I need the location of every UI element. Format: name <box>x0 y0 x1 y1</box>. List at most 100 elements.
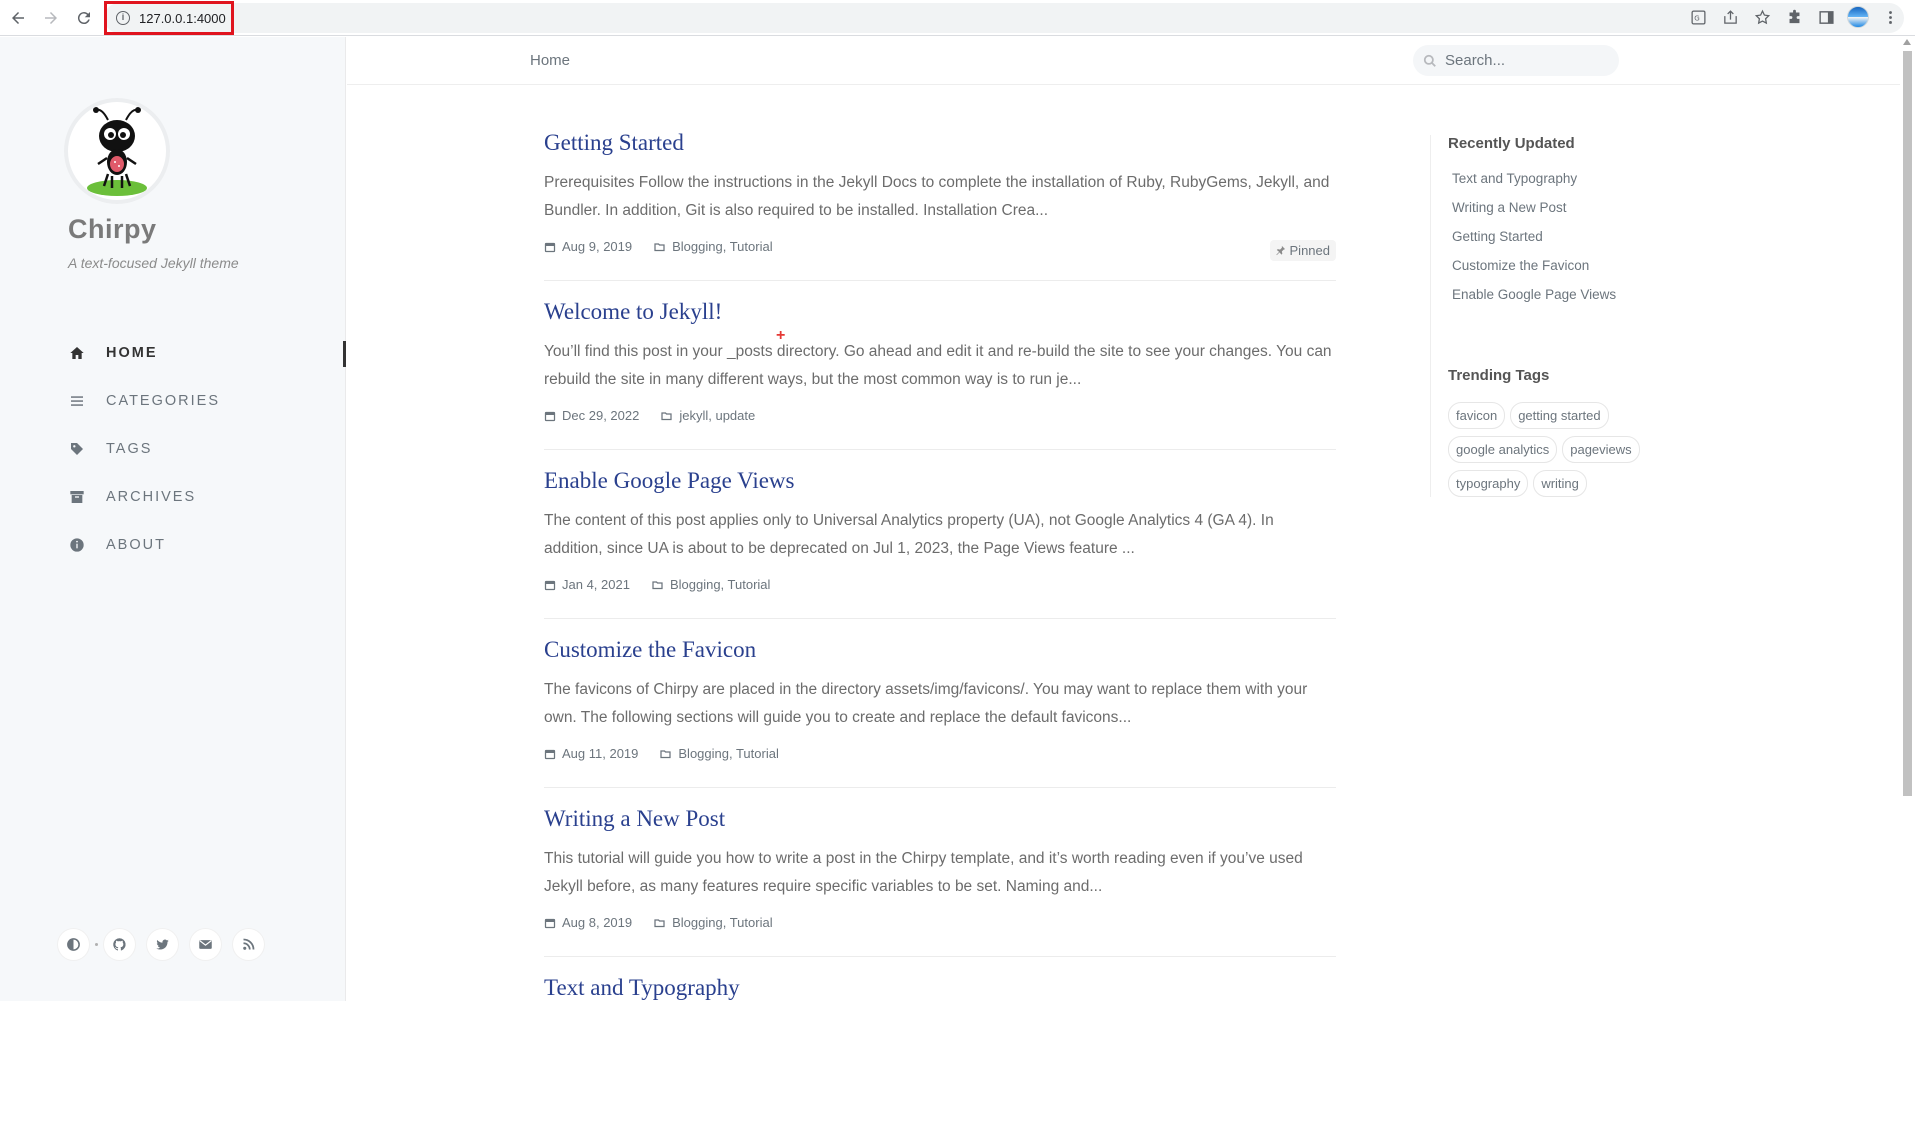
post-card[interactable]: Writing a New Post This tutorial will gu… <box>544 788 1336 957</box>
reload-icon <box>77 11 90 24</box>
share-icon[interactable] <box>1719 6 1741 28</box>
post-title[interactable]: Customize the Favicon <box>544 637 756 663</box>
site-avatar[interactable] <box>68 102 166 200</box>
post-card[interactable]: Getting Started Prerequisites Follow the… <box>544 112 1336 281</box>
recent-link[interactable]: Getting Started <box>1448 222 1670 251</box>
sidebar-item-label: HOME <box>106 345 158 361</box>
post-categories[interactable]: Blogging, Tutorial <box>670 577 770 592</box>
scroll-up-arrow-icon[interactable] <box>1903 39 1911 45</box>
pinned-badge: Pinned <box>1269 240 1336 261</box>
tag-cloud: favicon getting started google analytics… <box>1448 402 1658 497</box>
post-card[interactable]: Welcome to Jekyll! You’ll find this post… <box>544 281 1336 450</box>
topbar: Home <box>347 37 1900 85</box>
github-icon <box>113 938 126 951</box>
tag-chip[interactable]: favicon <box>1448 402 1506 429</box>
search-icon <box>1423 54 1437 68</box>
tag-chip[interactable]: pageviews <box>1562 436 1640 463</box>
mode-toggle-icon <box>67 938 80 951</box>
mode-toggle-button[interactable] <box>58 929 89 960</box>
translate-icon[interactable]: G <box>1687 6 1709 28</box>
tag-icon <box>68 440 86 458</box>
post-title[interactable]: Enable Google Page Views <box>544 468 795 494</box>
post-meta: Jan 4, 2021 Blogging, Tutorial <box>544 577 770 592</box>
tag-chip[interactable]: typography <box>1448 470 1529 497</box>
twitter-link[interactable] <box>147 929 178 960</box>
post-categories[interactable]: Blogging, Tutorial <box>672 915 772 930</box>
reload-button[interactable] <box>69 3 99 33</box>
tag-chip[interactable]: writing <box>1533 470 1587 497</box>
rss-link[interactable] <box>233 929 264 960</box>
folder-open-icon <box>660 748 672 760</box>
sidebar-item-tags[interactable]: TAGS <box>68 425 346 473</box>
post-categories[interactable]: Blogging, Tutorial <box>678 746 778 761</box>
archive-icon <box>68 488 86 506</box>
post-excerpt: The content of this post applies only to… <box>544 512 1274 557</box>
post-excerpt: You’ll find this post in your _posts dir… <box>544 343 1332 388</box>
sidebar-item-archives[interactable]: ARCHIVES <box>68 473 346 521</box>
rss-icon <box>243 938 255 950</box>
sidebar-item-label: CATEGORIES <box>106 393 220 409</box>
recent-link[interactable]: Writing a New Post <box>1448 193 1670 222</box>
post-categories[interactable]: Blogging, Tutorial <box>672 239 772 254</box>
recent-link[interactable]: Customize the Favicon <box>1448 251 1670 280</box>
post-categories[interactable]: jekyll, update <box>679 408 755 423</box>
post-title[interactable]: Writing a New Post <box>544 806 725 832</box>
tag-chip[interactable]: getting started <box>1510 402 1609 429</box>
email-link[interactable] <box>190 929 221 960</box>
post-excerpt: This tutorial will guide you how to writ… <box>544 850 1303 895</box>
search-input[interactable] <box>1445 52 1605 69</box>
post-meta: Aug 8, 2019 Blogging, Tutorial <box>544 915 773 930</box>
post-excerpt: Prerequisites Follow the instructions in… <box>544 174 1330 219</box>
sidebar-item-about[interactable]: ABOUT <box>68 521 346 569</box>
post-title[interactable]: Welcome to Jekyll! <box>544 299 722 325</box>
trending-tags-heading: Trending Tags <box>1448 367 1550 384</box>
recently-updated-heading: Recently Updated <box>1448 135 1575 152</box>
sidebar: Chirpy A text-focused Jekyll theme HOME … <box>0 37 346 1001</box>
forward-button[interactable] <box>36 3 66 33</box>
url-text: 127.0.0.1:4000 <box>139 10 226 26</box>
back-button[interactable] <box>3 3 33 33</box>
post-title[interactable]: Text and Typography <box>544 975 740 1001</box>
post-card[interactable]: Enable Google Page Views The content of … <box>544 450 1336 619</box>
post-card[interactable]: Customize the Favicon The favicons of Ch… <box>544 619 1336 788</box>
breadcrumb: Home <box>530 52 571 69</box>
site-subtitle: A text-focused Jekyll theme <box>68 255 239 271</box>
extensions-puzzle-icon[interactable] <box>1783 6 1805 28</box>
site-title[interactable]: Chirpy <box>68 214 157 245</box>
post-card[interactable]: Text and Typography <box>544 957 1336 1126</box>
sidebar-item-home[interactable]: HOME <box>68 329 346 377</box>
recent-link[interactable]: Text and Typography <box>1448 164 1670 193</box>
calendar-icon <box>544 241 556 253</box>
calendar-icon <box>544 410 556 422</box>
github-link[interactable] <box>104 929 135 960</box>
calendar-icon <box>544 748 556 760</box>
browser-toolbar: i 127.0.0.1:4000 G <box>0 0 1915 36</box>
info-circle-icon <box>68 536 86 554</box>
tag-chip[interactable]: google analytics <box>1448 436 1558 463</box>
folder-open-icon <box>654 241 666 253</box>
more-vertical-icon[interactable] <box>1879 6 1901 28</box>
email-icon <box>199 940 212 949</box>
arrow-right-icon <box>45 11 57 24</box>
page-scrollbar[interactable] <box>1900 37 1915 1001</box>
separator-dot <box>95 943 98 946</box>
folder-open-icon <box>661 410 673 422</box>
site-info-icon[interactable]: i <box>116 11 130 25</box>
trending-tags: Trending Tags favicon getting started go… <box>1448 317 1670 497</box>
thumbtack-icon <box>1275 245 1286 256</box>
side-panel-icon[interactable] <box>1815 6 1837 28</box>
post-date: Dec 29, 2022 <box>562 408 640 423</box>
search-box[interactable] <box>1413 45 1619 76</box>
calendar-icon <box>544 579 556 591</box>
scroll-thumb[interactable] <box>1903 51 1912 796</box>
recent-link[interactable]: Enable Google Page Views <box>1448 280 1670 309</box>
bookmark-star-icon[interactable] <box>1751 6 1773 28</box>
profile-avatar[interactable] <box>1847 6 1869 28</box>
post-title[interactable]: Getting Started <box>544 130 684 156</box>
address-bar[interactable] <box>104 3 1904 33</box>
arrow-left-icon <box>12 11 24 24</box>
post-meta: Aug 11, 2019 Blogging, Tutorial <box>544 746 779 761</box>
sidebar-item-categories[interactable]: CATEGORIES <box>68 377 346 425</box>
post-meta: Aug 9, 2019 Blogging, Tutorial <box>544 239 773 254</box>
url-highlight-box[interactable]: i 127.0.0.1:4000 <box>104 1 234 35</box>
